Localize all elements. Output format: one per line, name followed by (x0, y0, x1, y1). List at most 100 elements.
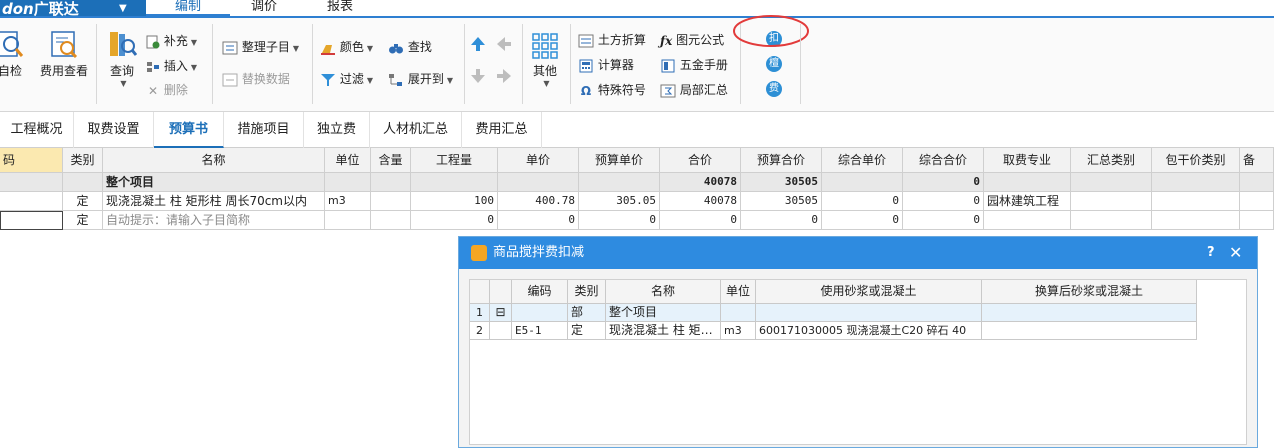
cell-quantity[interactable] (411, 173, 498, 192)
cell-budget-total[interactable]: 0 (741, 211, 822, 230)
col-header-budget-unit-price[interactable]: 预算单价 (579, 148, 660, 173)
dialog-col-name[interactable]: 名称 (606, 280, 721, 304)
dialog-cell-used-mortar[interactable]: 600171030005 现浇混凝土C20 碎石 40 (756, 322, 982, 340)
cell-budget-unit-price[interactable]: 305.05 (579, 192, 660, 211)
dialog-cell-converted-mortar[interactable] (982, 322, 1197, 340)
cell-remark[interactable] (1240, 211, 1274, 230)
cell-unit-price[interactable] (498, 173, 579, 192)
dialog-cell-unit[interactable] (721, 304, 756, 322)
cell-budget-total[interactable]: 30505 (741, 192, 822, 211)
col-header-total[interactable]: 合价 (660, 148, 741, 173)
cell-code[interactable] (0, 192, 63, 211)
col-header-remark[interactable]: 备 (1240, 148, 1274, 173)
move-down-button[interactable] (470, 68, 486, 87)
table-row[interactable]: 整个项目 40078 30505 0 (0, 173, 1274, 192)
cell-quantity[interactable]: 100 (411, 192, 498, 211)
cell-name[interactable]: 整个项目 (103, 173, 325, 192)
dialog-cell-name[interactable]: 整个项目 (606, 304, 721, 322)
cell-code-input[interactable] (0, 211, 63, 230)
arrange-sub-button[interactable]: 整理子目 ▼ (222, 38, 299, 55)
tab-fee-settings[interactable]: 取费设置 (74, 112, 154, 148)
fee-circle-button[interactable]: 费 (766, 81, 782, 97)
earthwork-button[interactable]: 土方折算 (578, 31, 646, 48)
query-button[interactable]: 查询 ▼ (104, 28, 140, 88)
other-caret-icon[interactable]: ▼ (531, 79, 562, 88)
col-header-budget-total[interactable]: 预算合价 (741, 148, 822, 173)
cell-summary-type[interactable] (1071, 192, 1152, 211)
tab-project-overview[interactable]: 工程概况 (0, 112, 74, 148)
dialog-cell-unit[interactable]: m3 (721, 322, 756, 340)
supplement-caret-icon[interactable]: ▼ (191, 38, 197, 47)
cell-summary-type[interactable] (1071, 211, 1152, 230)
cell-fee-specialty[interactable]: 园林建筑工程 (984, 192, 1071, 211)
find-button[interactable]: 查找 (388, 38, 432, 55)
cell-unit[interactable] (325, 173, 371, 192)
dialog-title-bar[interactable]: 商品搅拌费扣减 ? ✕ (459, 237, 1257, 269)
col-header-code[interactable]: 码 (0, 148, 63, 173)
cell-comp-total[interactable]: 0 (903, 192, 984, 211)
close-icon[interactable]: ✕ (1229, 237, 1242, 269)
col-header-summary-type[interactable]: 汇总类别 (1071, 148, 1152, 173)
tab-fee-summary[interactable]: 费用汇总 (462, 112, 542, 148)
table-row[interactable]: 定 现浇混凝土 柱 矩形柱 周长70cm以内 m3 100 400.78 305… (0, 192, 1274, 211)
color-caret-icon[interactable]: ▼ (367, 44, 373, 53)
help-icon[interactable]: ? (1207, 237, 1215, 269)
cell-code[interactable] (0, 173, 63, 192)
move-right-button[interactable] (496, 68, 512, 87)
cell-unit-price[interactable]: 0 (498, 211, 579, 230)
col-header-comp-total[interactable]: 综合合价 (903, 148, 984, 173)
cell-comp-unit-price[interactable] (822, 173, 903, 192)
formula-button[interactable]: ƒx 图元公式 (660, 31, 724, 48)
tab-independent-fee[interactable]: 独立费 (304, 112, 370, 148)
cell-unit-price[interactable]: 400.78 (498, 192, 579, 211)
dialog-col-converted-mortar[interactable]: 换算后砂浆或混凝土 (982, 280, 1197, 304)
cell-lump-sum-type[interactable] (1152, 173, 1240, 192)
hardware-manual-button[interactable]: 五金手册 (660, 56, 728, 73)
col-header-comp-unit-price[interactable]: 综合单价 (822, 148, 903, 173)
expand-to-button[interactable]: 展开到 ▼ (388, 70, 453, 87)
cell-unit[interactable]: m3 (325, 192, 371, 211)
cell-budget-total[interactable]: 30505 (741, 173, 822, 192)
cell-content[interactable] (371, 173, 411, 192)
cell-total[interactable]: 40078 (660, 173, 741, 192)
filter-button[interactable]: 过滤 ▼ (320, 70, 373, 87)
cell-comp-unit-price[interactable]: 0 (822, 192, 903, 211)
cell-comp-unit-price[interactable]: 0 (822, 211, 903, 230)
tab-measures[interactable]: 措施项目 (224, 112, 304, 148)
special-symbol-button[interactable]: Ω 特殊符号 (578, 81, 646, 98)
cell-summary-type[interactable] (1071, 173, 1152, 192)
dialog-col-type[interactable]: 类别 (568, 280, 606, 304)
cell-remark[interactable] (1240, 173, 1274, 192)
move-left-button[interactable] (496, 36, 512, 55)
collapse-tree-icon[interactable]: ⊟ (490, 304, 512, 322)
cell-remark[interactable] (1240, 192, 1274, 211)
col-header-quantity[interactable]: 工程量 (411, 148, 498, 173)
delete-button[interactable]: ✕ 删除 (146, 81, 188, 98)
col-header-unit-price[interactable]: 单价 (498, 148, 579, 173)
cell-fee-specialty[interactable] (984, 211, 1071, 230)
replace-data-button[interactable]: 替换数据 (222, 70, 290, 87)
dialog-cell-used-mortar[interactable] (756, 304, 982, 322)
cell-fee-specialty[interactable] (984, 173, 1071, 192)
col-header-fee-specialty[interactable]: 取费专业 (984, 148, 1071, 173)
cell-total[interactable]: 0 (660, 211, 741, 230)
expand-to-caret-icon[interactable]: ▼ (447, 76, 453, 85)
color-button[interactable]: 颜色 ▼ (320, 38, 373, 55)
col-header-unit[interactable]: 单位 (325, 148, 371, 173)
partial-summary-button[interactable]: 局部汇总 (660, 81, 728, 98)
insert-caret-icon[interactable]: ▼ (191, 63, 197, 72)
cell-lump-sum-type[interactable] (1152, 211, 1240, 230)
table-row[interactable]: 定 自动提示：请输入子目简称 0 0 0 0 0 0 0 (0, 211, 1274, 230)
dialog-cell-code[interactable] (512, 304, 568, 322)
cell-comp-total[interactable]: 0 (903, 211, 984, 230)
calculator-button[interactable]: 计算器 (578, 56, 634, 73)
fee-view-button[interactable]: 费用查看 (38, 28, 90, 79)
supplement-button[interactable]: 补充 ▼ (146, 32, 197, 49)
dialog-col-unit[interactable]: 单位 (721, 280, 756, 304)
filter-caret-icon[interactable]: ▼ (367, 76, 373, 85)
cell-content[interactable] (371, 192, 411, 211)
tab-labor-material-summary[interactable]: 人材机汇总 (370, 112, 462, 148)
cell-type[interactable]: 定 (63, 211, 103, 230)
dialog-cell-type[interactable]: 部 (568, 304, 606, 322)
second-circle-button[interactable]: 檀 (766, 56, 782, 72)
